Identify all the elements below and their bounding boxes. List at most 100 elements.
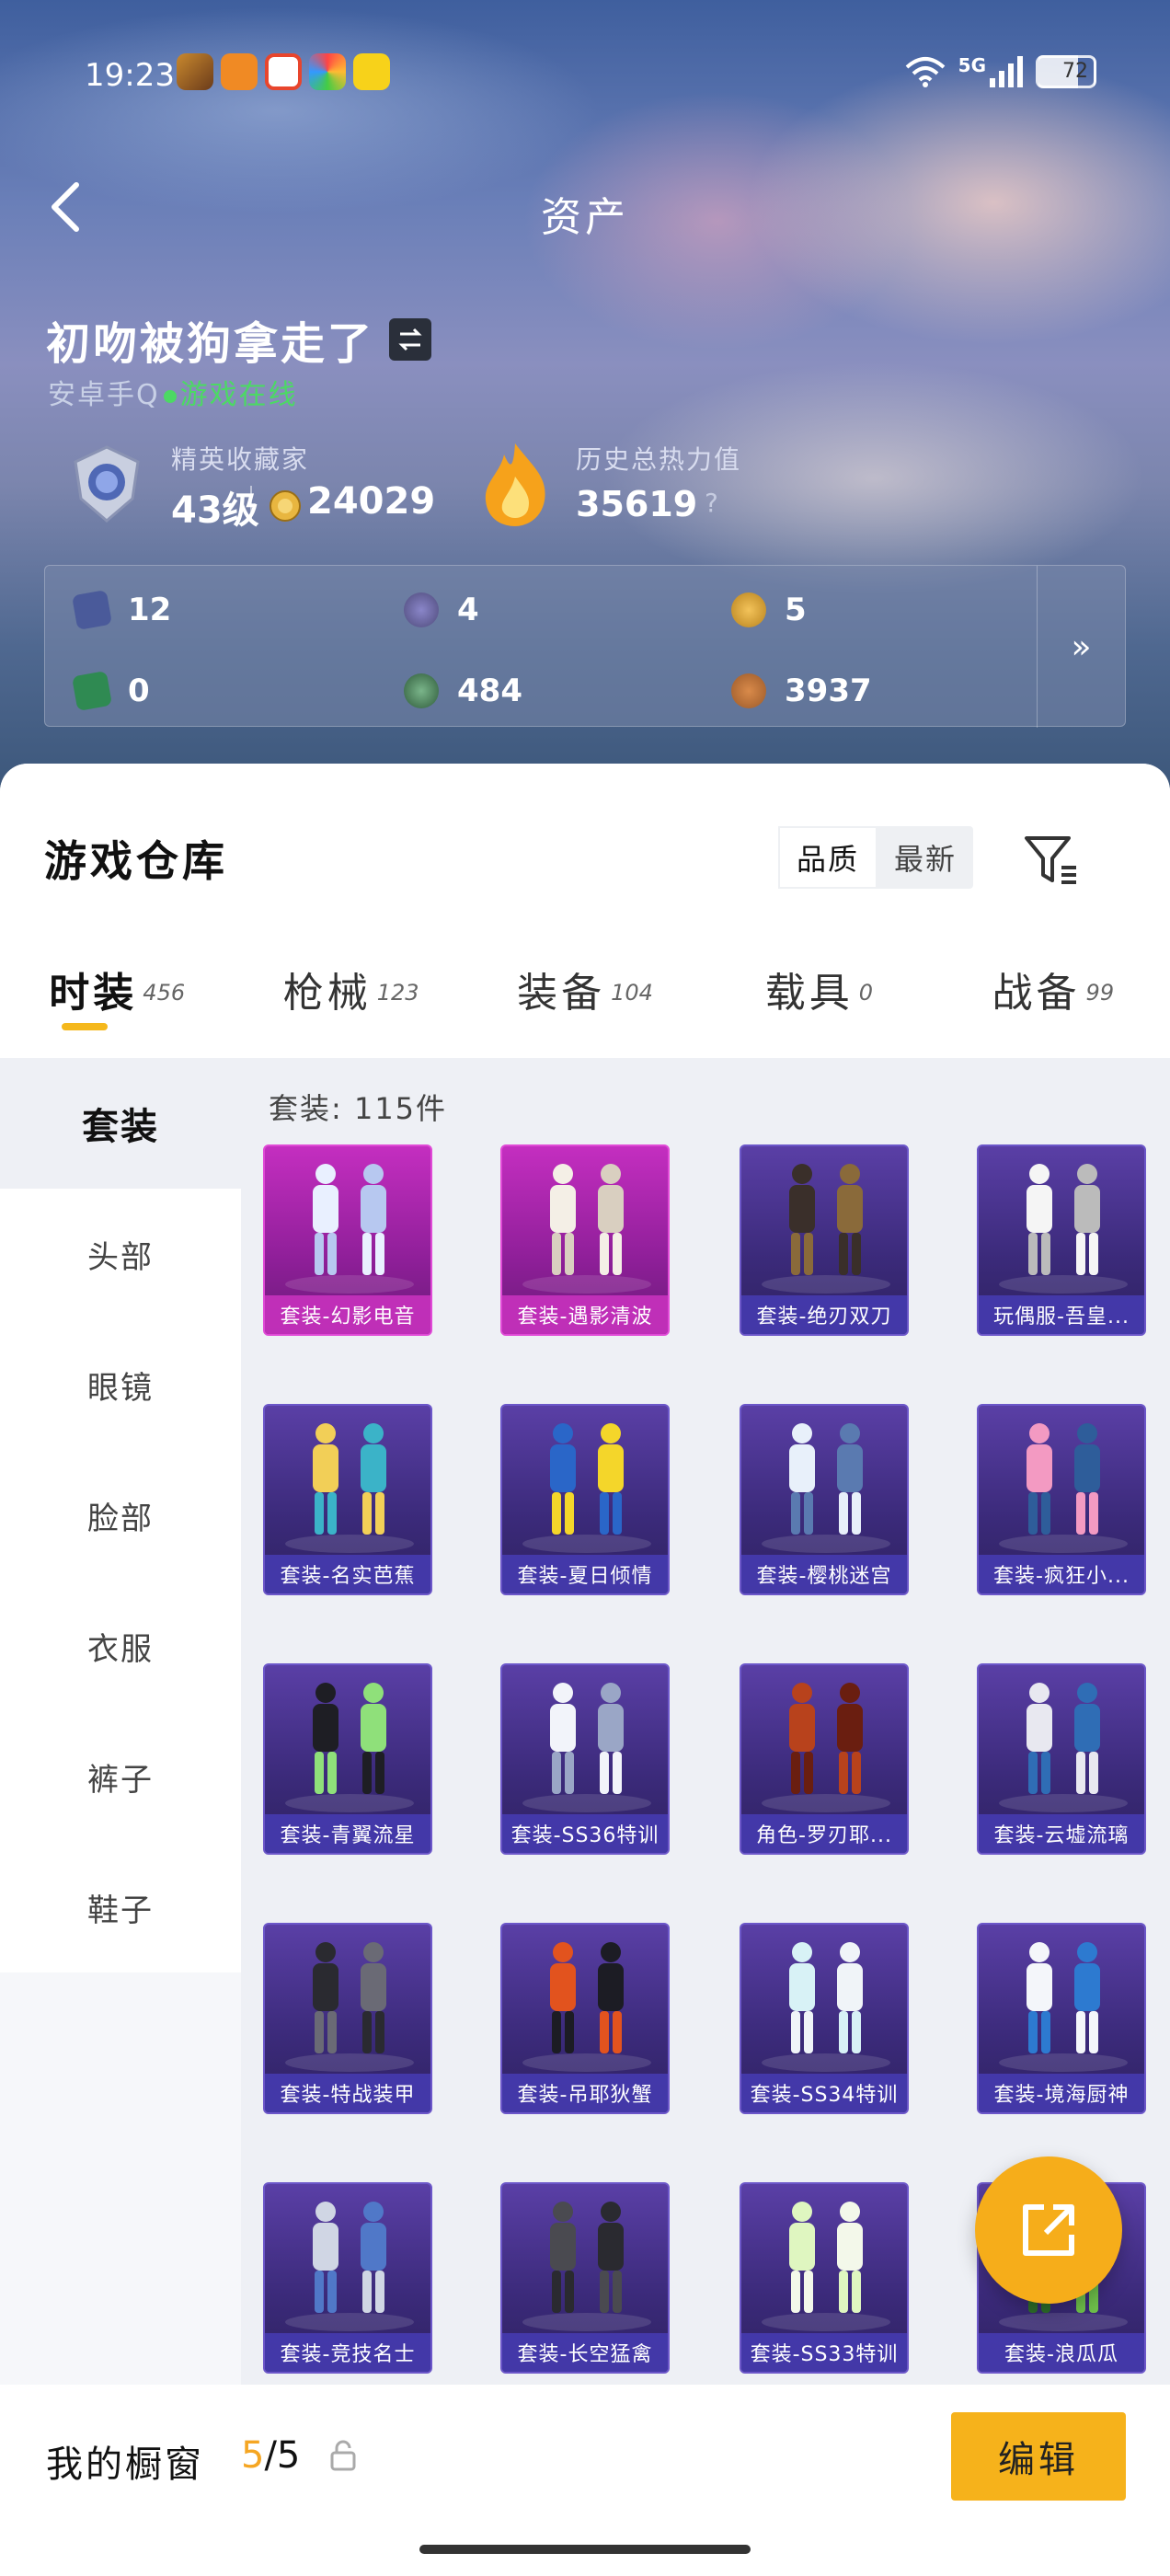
item-card[interactable]: 套装-长空猛禽 (500, 2182, 670, 2374)
item-card[interactable]: 套装-吊耶狄蟹 (500, 1923, 670, 2114)
item-label: 玩偶服-吾皇... (979, 1295, 1144, 1334)
sidebar-item-pants[interactable]: 裤子 (0, 1711, 241, 1842)
item-card[interactable]: 套装-名实芭蕉 (263, 1404, 432, 1595)
resources-more-button[interactable]: » (1037, 566, 1125, 728)
sidebar-item-face[interactable]: 脸部 (0, 1450, 241, 1581)
item-card[interactable]: 套装-云墟流璃 (977, 1663, 1146, 1855)
shop-app-icon (221, 53, 258, 90)
item-card[interactable]: 套装-SS36特训 (500, 1663, 670, 1855)
item-label: 套装-浪瓜瓜 (979, 2333, 1144, 2372)
warehouse-header: 游戏仓库 品质 最新 (0, 764, 1170, 920)
item-card[interactable]: 套装-境海厨神 (977, 1923, 1146, 2114)
outfit-image (285, 1164, 414, 1294)
item-label: 套装-竞技名士 (265, 2333, 430, 2372)
tab-supplies[interactable]: 战备 99 (936, 920, 1170, 1058)
coin-count: 24029 (307, 480, 436, 523)
sort-quality-button[interactable]: 品质 (778, 826, 878, 889)
tab-fashion[interactable]: 时装 456 (0, 920, 234, 1058)
item-card[interactable]: 套装-遇影清波 (500, 1144, 670, 1336)
collector-badge-icon (74, 445, 140, 523)
item-card[interactable]: 套装-竞技名士 (263, 2182, 432, 2374)
profile-header: 19:23 5G 72 资产 初吻被狗拿走了 安卓手Q 游戏在线 精英收藏家 4… (0, 0, 1170, 810)
orb-gold-icon (731, 592, 766, 627)
item-card[interactable]: 套装-夏日倾情 (500, 1404, 670, 1595)
filter-icon (1025, 836, 1076, 884)
outfit-image (762, 1942, 890, 2072)
item-card[interactable]: 角色-罗刃耶... (740, 1663, 909, 1855)
sort-toggle: 品质 最新 (778, 826, 973, 889)
network-label: 5G (958, 54, 986, 76)
resource-value: 4 (457, 592, 479, 628)
item-card[interactable]: 套装-樱桃迷宫 (740, 1404, 909, 1595)
items-count: 套装: 115件 (269, 1091, 448, 1126)
resource-item: 3937 (731, 673, 872, 709)
outfit-image (522, 1942, 651, 2072)
sidebar-item-suit[interactable]: 套装 (0, 1058, 241, 1189)
item-card[interactable]: 套装-青翼流星 (263, 1663, 432, 1855)
video-app-icon (265, 53, 302, 90)
item-label: 套装-SS36特训 (502, 1814, 668, 1853)
item-card[interactable]: 套装-绝刃双刀 (740, 1144, 909, 1336)
outfit-image (999, 1423, 1128, 1553)
item-card[interactable]: 套装-疯狂小... (977, 1404, 1146, 1595)
home-indicator (419, 2545, 751, 2554)
tab-count: 456 (143, 980, 186, 1006)
sidebar-item-clothes[interactable]: 衣服 (0, 1581, 241, 1711)
outfit-image (762, 1423, 890, 1553)
outfit-image (522, 1423, 651, 1553)
items-panel: 套装: 115件 套装-幻影电音 套装-遇影清波 套装-绝刃双刀 玩偶服-吾皇... 套… (241, 1058, 1170, 2576)
stats-divider (250, 486, 252, 523)
wifi-icon (905, 57, 945, 87)
showcase-total: /5 (264, 2434, 301, 2477)
help-icon[interactable]: ? (705, 488, 734, 518)
resource-item: 4 (404, 592, 479, 628)
sort-latest-button[interactable]: 最新 (878, 826, 973, 889)
share-button[interactable] (975, 2156, 1122, 2304)
battery-indicator: 72 (1036, 55, 1096, 88)
item-card[interactable]: 套装-SS34特训 (740, 1923, 909, 2114)
outfit-image (522, 1164, 651, 1294)
tab-equipment[interactable]: 装备 104 (468, 920, 702, 1058)
item-card[interactable]: 套装-特战装甲 (263, 1923, 432, 2114)
tab-vehicles[interactable]: 载具 0 (702, 920, 935, 1058)
tab-label: 战备 (992, 970, 1081, 1017)
heat-value: 35619 (576, 484, 698, 524)
clock: 19:23 (85, 57, 175, 94)
heat-label: 历史总热力值 (576, 444, 742, 475)
status-bar: 19:23 5G 72 (85, 53, 1096, 99)
item-label: 套装-长空猛禽 (502, 2333, 668, 2372)
online-dot-icon (163, 389, 177, 403)
showcase-count: 5/5 (241, 2434, 300, 2477)
item-label: 套装-遇影清波 (502, 1295, 668, 1334)
item-label: 套装-特战装甲 (265, 2074, 430, 2112)
flame-icon (485, 443, 545, 526)
switch-account-button[interactable] (389, 318, 432, 361)
external-link-icon (1023, 2204, 1074, 2256)
category-tabs: 时装 456 枪械 123 装备 104 载具 0 战备 99 (0, 920, 1170, 1058)
item-card[interactable]: 玩偶服-吾皇... (977, 1144, 1146, 1336)
tab-guns[interactable]: 枪械 123 (234, 920, 467, 1058)
item-card[interactable]: 套装-SS33特训 (740, 2182, 909, 2374)
edit-button[interactable]: 编辑 (951, 2412, 1126, 2501)
outfit-image (285, 1423, 414, 1553)
outfit-image (762, 1683, 890, 1812)
item-label: 套装-疯狂小... (979, 1555, 1144, 1593)
filter-button[interactable] (1019, 828, 1084, 892)
sidebar-item-shoes[interactable]: 鞋子 (0, 1842, 241, 1972)
outfit-image (522, 2202, 651, 2331)
item-card[interactable]: 套装-幻影电音 (263, 1144, 432, 1336)
showcase-current: 5 (241, 2434, 265, 2477)
tab-label: 时装 (49, 970, 138, 1017)
sidebar-item-head[interactable]: 头部 (0, 1189, 241, 1319)
orb-bronze-icon (731, 673, 766, 708)
ticket-green-icon (71, 670, 113, 712)
warehouse-title: 游戏仓库 (44, 836, 228, 886)
sidebar-item-glasses[interactable]: 眼镜 (0, 1319, 241, 1450)
resources-panel: 12 4 5 0 484 3937 » (44, 565, 1126, 728)
swap-icon (398, 328, 422, 351)
tab-label: 装备 (517, 970, 606, 1017)
card-icon (71, 589, 113, 631)
item-label: 套装-樱桃迷宫 (741, 1555, 907, 1593)
tab-count: 123 (376, 980, 419, 1006)
resource-value: 12 (128, 592, 172, 628)
